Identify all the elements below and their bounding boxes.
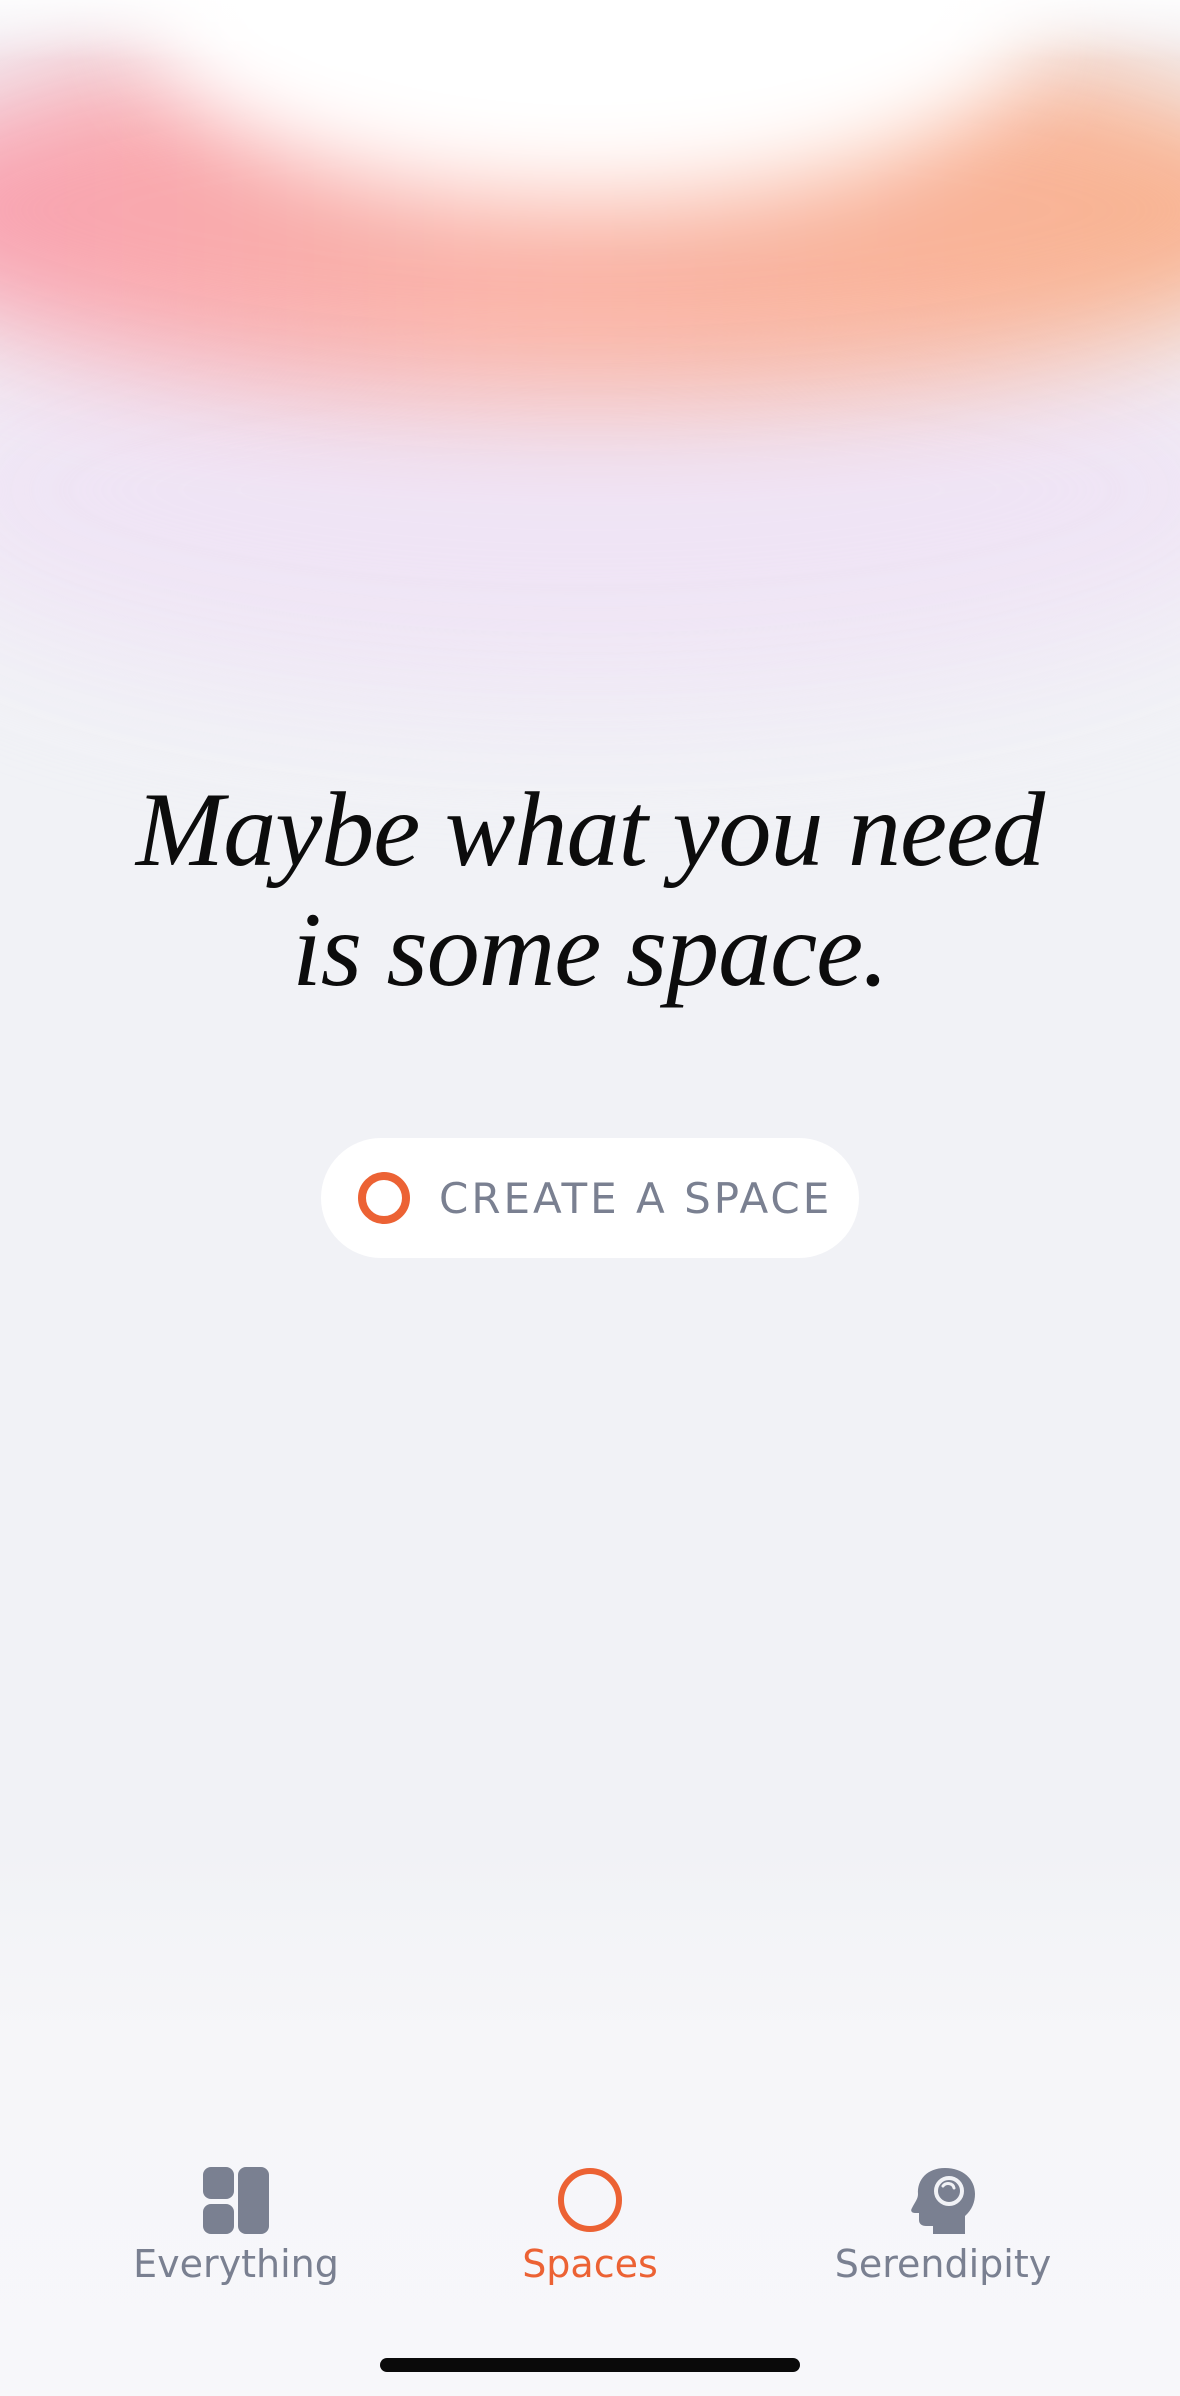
ring-icon: [558, 2168, 622, 2232]
headline-line-1: Maybe what you need: [135, 771, 1045, 888]
tab-serendipity-label: Serendipity: [834, 2242, 1052, 2286]
empty-state-headline: Maybe what you need is some space.: [0, 770, 1180, 1010]
create-space-button[interactable]: CREATE A SPACE: [321, 1138, 859, 1258]
create-space-label: CREATE A SPACE: [439, 1173, 833, 1223]
headline-line-2: is some space.: [292, 891, 888, 1008]
head-icon: [911, 2168, 975, 2234]
grid-icon: [203, 2167, 269, 2234]
tab-bar: Everything Spaces Serendipity: [0, 2150, 1180, 2300]
tab-serendipity[interactable]: Serendipity: [793, 2150, 1093, 2300]
tab-spaces[interactable]: Spaces: [440, 2150, 740, 2300]
top-fade: [0, 0, 1180, 60]
bottom-fade: [0, 1850, 1180, 2396]
tab-everything-label: Everything: [133, 2242, 339, 2286]
ring-icon: [358, 1172, 410, 1224]
tab-spaces-label: Spaces: [522, 2242, 658, 2286]
tab-everything[interactable]: Everything: [86, 2150, 386, 2300]
home-indicator[interactable]: [380, 2358, 800, 2372]
